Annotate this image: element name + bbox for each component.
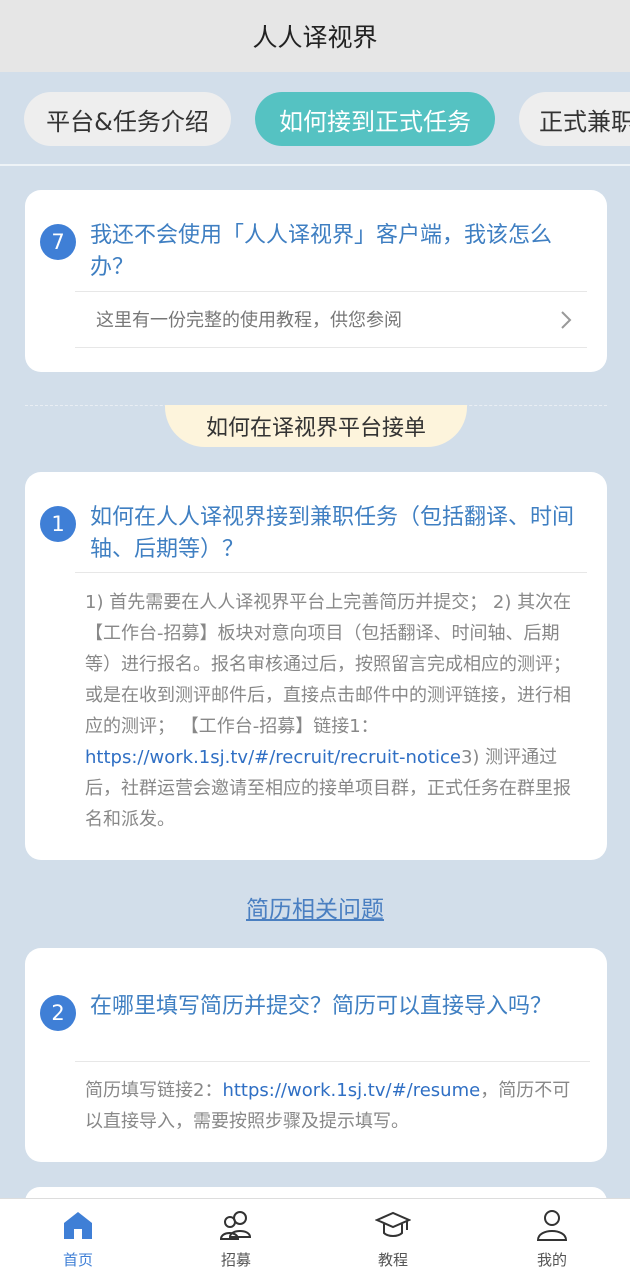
- question-number-badge: 2: [40, 995, 76, 1031]
- answer-text: 简历填写链接2：https://work.1sj.tv/#/resume，简历不…: [85, 1075, 585, 1137]
- faq-card-1: 1 如何在人人译视界接到兼职任务（包括翻译、时间轴、后期等）？ 1) 首先需要在…: [25, 472, 607, 860]
- user-icon: [536, 1210, 568, 1241]
- tab-part-time[interactable]: 正式兼职: [519, 92, 630, 146]
- nav-tutorial[interactable]: 教程: [343, 1207, 443, 1277]
- graduation-cap-icon: [375, 1211, 411, 1237]
- question-title: 我还不会使用「人人译视界」客户端，我该怎么办？: [90, 223, 553, 280]
- question-title: 如何在人人译视界接到兼职任务（包括翻译、时间轴、后期等）？: [90, 505, 575, 562]
- nav-profile[interactable]: 我的: [502, 1207, 602, 1277]
- tutorial-link-text: 这里有一份完整的使用教程，供您参阅: [96, 310, 402, 331]
- nav-tutorial-label: 教程: [377, 1251, 408, 1269]
- answer-text: 1) 首先需要在人人译视界平台上完善简历并提交； 2) 其次在【工作台-招募】板…: [85, 587, 585, 835]
- answer-text-part1: 简历填写链接2：: [85, 1080, 223, 1101]
- page-title: 人人译视界: [252, 23, 378, 52]
- divider: [75, 347, 587, 348]
- tutorial-link-row[interactable]: 这里有一份完整的使用教程，供您参阅: [75, 292, 587, 348]
- home-icon: [64, 1212, 92, 1239]
- answer-text-part1: 1) 首先需要在人人译视界平台上完善简历并提交； 2) 其次在【工作台-招募】板…: [85, 592, 572, 737]
- nav-home-label: 首页: [62, 1251, 93, 1269]
- nav-recruit-label: 招募: [220, 1251, 251, 1269]
- resume-section-link[interactable]: 简历相关问题: [0, 890, 630, 924]
- users-icon: [219, 1211, 252, 1240]
- tab-get-tasks[interactable]: 如何接到正式任务: [255, 92, 495, 146]
- tab-platform-intro[interactable]: 平台&任务介绍: [24, 92, 231, 146]
- nav-recruit[interactable]: 招募: [186, 1207, 286, 1277]
- faq-card-2: 2 在哪里填写简历并提交？简历可以直接导入吗？ 简历填写链接2：https://…: [25, 948, 607, 1162]
- nav-home[interactable]: 首页: [28, 1207, 128, 1277]
- recruit-link[interactable]: https://work.1sj.tv/#/recruit/recruit-no…: [85, 747, 461, 768]
- question-number-badge: 7: [40, 224, 76, 260]
- section-title: 如何在译视界平台接单: [165, 405, 467, 447]
- divider: [75, 1061, 590, 1062]
- question-title: 在哪里填写简历并提交？简历可以直接导入吗？: [90, 994, 553, 1019]
- category-tabs: 平台&任务介绍 如何接到正式任务 正式兼职: [0, 72, 630, 166]
- chevron-right-icon: [561, 311, 572, 329]
- divider: [75, 572, 587, 573]
- nav-profile-label: 我的: [536, 1251, 567, 1269]
- faq-card-7: 7 我还不会使用「人人译视界」客户端，我该怎么办？ 这里有一份完整的使用教程，供…: [25, 190, 607, 372]
- resume-link[interactable]: https://work.1sj.tv/#/resume: [222, 1080, 480, 1101]
- bottom-nav: 首页 招募 教程 我的: [0, 1198, 630, 1281]
- app-header: 人人译视界: [0, 0, 630, 72]
- question-number-badge: 1: [40, 506, 76, 542]
